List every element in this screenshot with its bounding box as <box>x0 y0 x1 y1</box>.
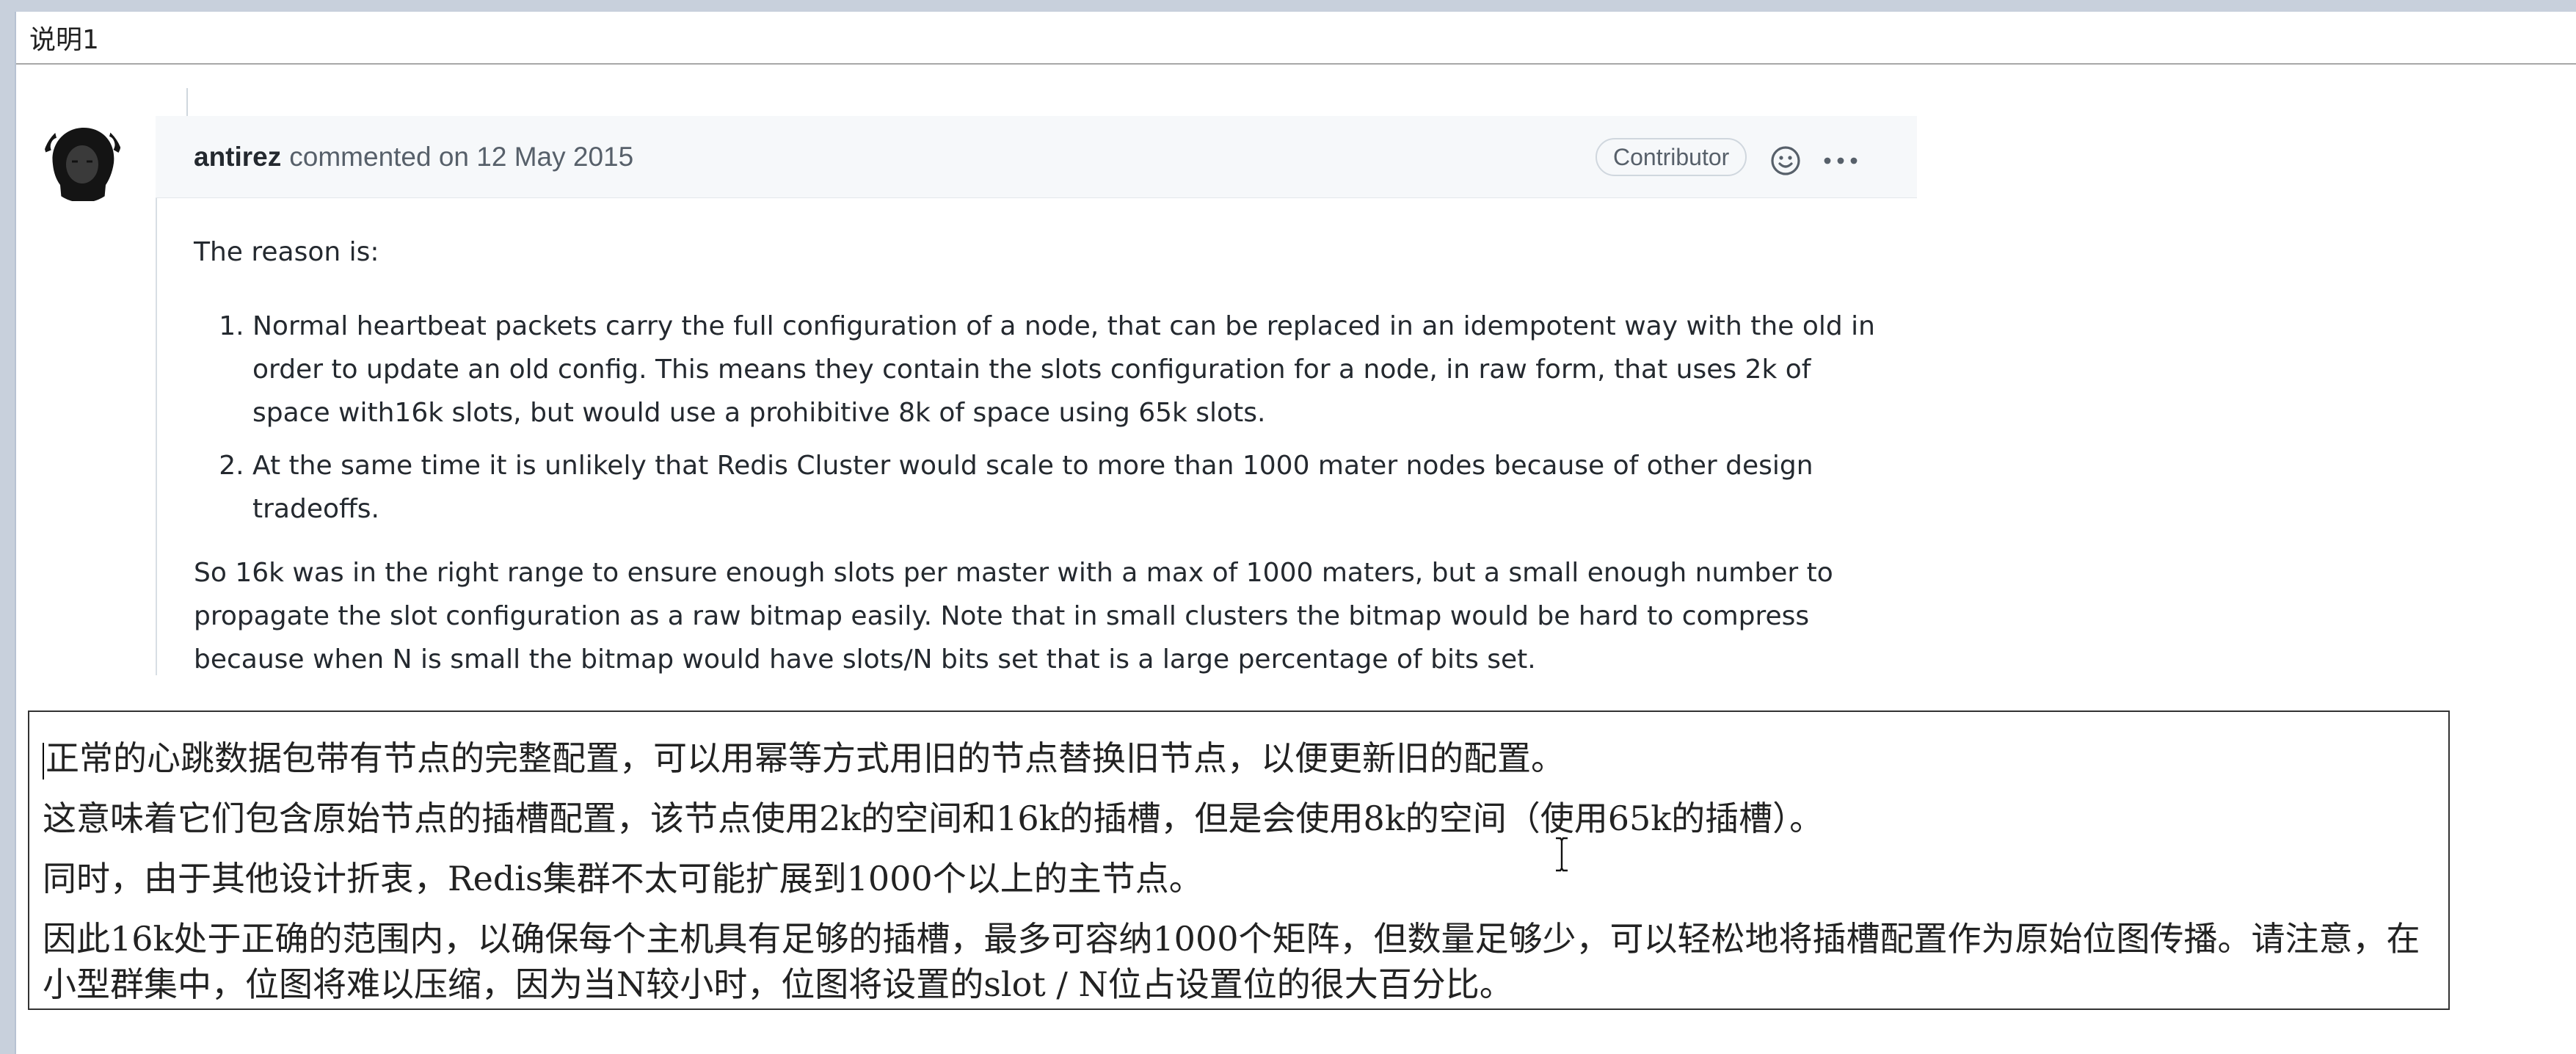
avatar-photo-icon <box>43 122 123 203</box>
comment-card: antirez commented on 12 May 2015 Contrib… <box>156 116 1917 675</box>
window-title: 说明1 <box>29 25 99 55</box>
comment-options-button[interactable] <box>1820 142 1861 179</box>
translation-line-1: 正常的心跳数据包带有节点的完整配置，可以用幂等方式用旧的节点替换旧节点，以便更新… <box>43 728 2435 788</box>
comment-conclusion: So 16k was in the right range to ensure … <box>194 558 1833 675</box>
translation-line-1-text: 正常的心跳数据包带有节点的完整配置，可以用幂等方式用旧的节点替换旧节点，以便更新… <box>46 738 1565 778</box>
window-title-bar: 说明1 <box>16 12 2576 65</box>
kebab-menu-icon <box>1824 157 1858 164</box>
contributor-badge: Contributor <box>1596 138 1747 176</box>
comment-timestamp[interactable]: commented on 12 May 2015 <box>289 142 633 172</box>
reason-item-1: Normal heartbeat packets carry the full … <box>252 305 1896 435</box>
comment-author-link[interactable]: antirez <box>194 142 281 172</box>
document-window: 说明1 antirez commented on 12 May 2015 Con… <box>15 12 2576 1054</box>
timeline-connector <box>186 88 188 117</box>
reason-list: Normal heartbeat packets carry the full … <box>194 305 1896 531</box>
translation-textbox[interactable]: 正常的心跳数据包带有节点的完整配置，可以用幂等方式用旧的节点替换旧节点，以便更新… <box>28 710 2450 1010</box>
comment-body: The reason is: Normal heartbeat packets … <box>194 198 1896 681</box>
add-reaction-button[interactable] <box>1767 142 1804 179</box>
comment-intro: The reason is: <box>194 237 379 267</box>
translation-line-2: 这意味着它们包含原始节点的插槽配置，该节点使用2k的空间和16k的插槽，但是会使… <box>43 799 1824 838</box>
avatar[interactable] <box>43 122 123 203</box>
smiley-icon <box>1771 146 1800 175</box>
comment-body-border <box>156 198 157 675</box>
ibeam-cursor-icon <box>1556 837 1568 872</box>
translation-line-3: 同时，由于其他设计折衷，Redis集群不太可能扩展到1000个以上的主节点。 <box>43 859 1203 898</box>
contributor-badge-label: Contributor <box>1613 143 1730 170</box>
translation-paragraph: 因此16k处于正确的范围内，以确保每个主机具有足够的插槽，最多可容纳1000个矩… <box>43 919 2420 1004</box>
comment-thread: antirez commented on 12 May 2015 Contrib… <box>16 66 1924 675</box>
reason-item-2: At the same time it is unlikely that Red… <box>252 444 1896 531</box>
text-caret <box>43 743 44 779</box>
